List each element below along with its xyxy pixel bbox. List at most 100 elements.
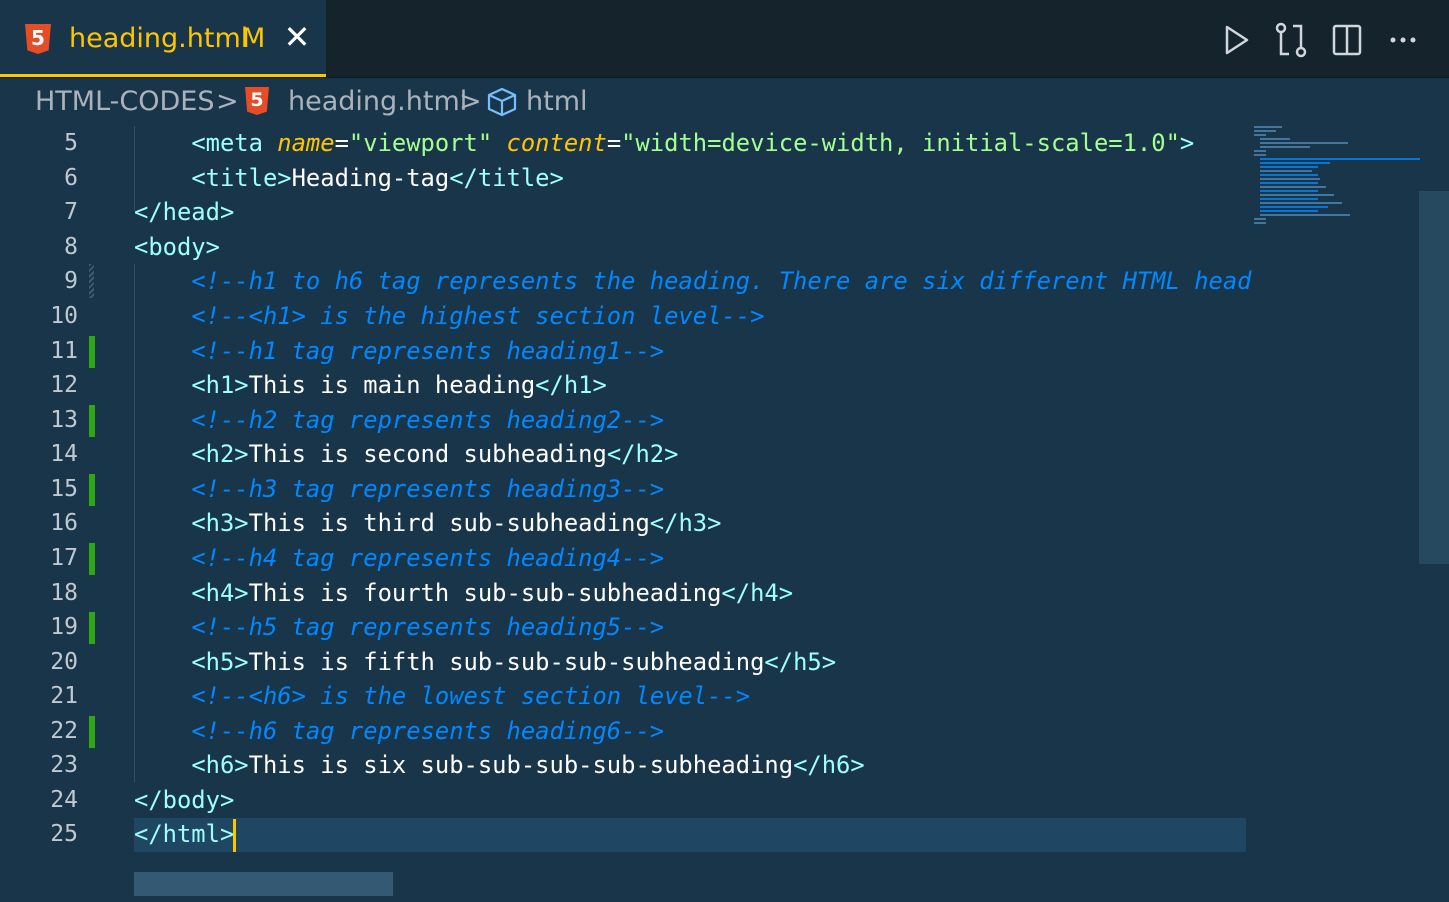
code-line[interactable]: <meta name="viewport" content="width=dev… xyxy=(134,129,1194,157)
breadcrumb-folder[interactable]: HTML-CODES xyxy=(35,86,215,117)
editor-tab-heading-html[interactable]: 5 heading.html M ✕ xyxy=(0,0,326,77)
code-line[interactable]: <!--h2 tag represents heading2--> xyxy=(134,406,664,434)
tag-bracket: </ xyxy=(134,820,163,848)
tag-bracket: > xyxy=(234,509,249,537)
tag-bracket: > xyxy=(234,751,249,779)
comment: <!--<h6> is the lowest section level--> xyxy=(191,682,751,710)
code-line[interactable]: <body> xyxy=(134,233,220,261)
code-line[interactable]: <h4>This is fourth sub-sub-subheading</h… xyxy=(134,579,793,607)
text-content: This is second subheading xyxy=(248,440,607,468)
tag-bracket: < xyxy=(191,164,206,192)
minimap-line xyxy=(1254,218,1266,220)
minimap-line xyxy=(1260,138,1290,140)
minimap-line xyxy=(1260,170,1312,172)
code-line[interactable]: <!--h5 tag represents heading5--> xyxy=(134,613,664,641)
tag-bracket: < xyxy=(191,648,206,676)
code-line[interactable]: <h6>This is six sub-sub-sub-sub-subheadi… xyxy=(134,751,864,779)
breadcrumb-file[interactable]: heading.html xyxy=(288,86,467,117)
code-line[interactable]: <!--h4 tag represents heading4--> xyxy=(134,544,664,572)
tag-bracket: </ xyxy=(606,440,636,468)
html5-file-icon: 5 xyxy=(25,24,51,54)
tag-bracket: </ xyxy=(134,786,163,814)
attribute-name: content xyxy=(506,129,607,157)
compare-changes-icon[interactable] xyxy=(1271,20,1311,60)
tag-bracket: </ xyxy=(764,648,794,676)
minimap-line xyxy=(1260,174,1318,176)
minimap-line xyxy=(1254,154,1266,156)
tag-bracket: < xyxy=(191,440,206,468)
git-modified-marker[interactable] xyxy=(89,264,94,298)
code-line[interactable]: <h1>This is main heading</h1> xyxy=(134,371,607,399)
minimap-line xyxy=(1254,126,1282,128)
minimap-line xyxy=(1260,162,1330,164)
tag-bracket: > xyxy=(219,786,235,814)
line-number: 6 xyxy=(64,165,78,191)
tag-name: h5 xyxy=(205,648,235,676)
tag-name: h5 xyxy=(793,648,822,676)
tag-bracket: </ xyxy=(535,371,564,399)
text-cursor xyxy=(233,819,236,852)
code-line[interactable]: </body> xyxy=(134,786,234,814)
comment: <!--h4 tag represents heading4--> xyxy=(191,544,665,572)
code-line[interactable]: <title>Heading-tag</title> xyxy=(134,164,564,192)
tag-bracket: < xyxy=(191,129,206,157)
code-line[interactable]: </html> xyxy=(134,820,234,848)
current-line-highlight xyxy=(134,818,1246,852)
git-added-marker[interactable] xyxy=(89,612,95,644)
git-added-marker[interactable] xyxy=(89,474,95,506)
close-tab-icon[interactable]: ✕ xyxy=(282,18,312,58)
git-added-marker[interactable] xyxy=(89,716,95,748)
code-line[interactable]: </head> xyxy=(134,198,234,226)
code-line[interactable]: <!--h1 tag represents heading1--> xyxy=(134,337,664,365)
git-added-marker[interactable] xyxy=(89,405,95,437)
minimap[interactable] xyxy=(1250,126,1420,236)
tag-bracket: > xyxy=(205,233,220,261)
split-editor-icon[interactable] xyxy=(1327,20,1367,60)
tag-bracket: > xyxy=(234,579,249,607)
horizontal-scrollbar[interactable] xyxy=(134,872,393,896)
line-number: 15 xyxy=(50,476,78,502)
tag-bracket: </ xyxy=(721,579,751,607)
tag-name: h2 xyxy=(635,440,665,468)
run-icon[interactable] xyxy=(1215,20,1255,60)
code-line[interactable]: <h2>This is second subheading</h2> xyxy=(134,440,678,468)
tag-name: html xyxy=(162,820,220,848)
minimap-line xyxy=(1260,206,1328,208)
minimap-line xyxy=(1254,130,1276,132)
code-line[interactable]: <h5>This is fifth sub-sub-sub-subheading… xyxy=(134,648,836,676)
equals-sign: = xyxy=(606,129,622,157)
tag-name: h3 xyxy=(678,509,708,537)
minimap-line xyxy=(1260,166,1318,168)
tag-bracket: < xyxy=(191,751,206,779)
comment: <!--<h1> is the highest section level--> xyxy=(191,302,765,330)
text-content: This is fourth sub-sub-subheading xyxy=(248,579,722,607)
tag-bracket: > xyxy=(707,509,722,537)
comment: <!--h5 tag represents heading5--> xyxy=(191,613,665,641)
code-line[interactable]: <!--<h1> is the highest section level--> xyxy=(134,302,764,330)
tab-bar: 5 heading.html M ✕ xyxy=(0,0,1449,78)
minimap-line xyxy=(1260,186,1326,188)
code-line[interactable]: <!--h1 to h6 tag represents the heading.… xyxy=(134,267,1251,295)
vertical-scrollbar[interactable] xyxy=(1419,191,1449,564)
minimap-line xyxy=(1260,202,1342,204)
git-added-marker[interactable] xyxy=(89,543,95,575)
comment: <!--h3 tag represents heading3--> xyxy=(191,475,665,503)
minimap-line xyxy=(1260,210,1318,212)
more-actions-icon[interactable] xyxy=(1383,20,1423,60)
tag-bracket: > xyxy=(234,648,249,676)
minimap-line xyxy=(1260,158,1420,160)
code-line[interactable]: <!--<h6> is the lowest section level--> xyxy=(134,682,750,710)
minimap-line xyxy=(1260,178,1320,180)
tag-bracket: < xyxy=(134,233,149,261)
code-line[interactable]: <!--h3 tag represents heading3--> xyxy=(134,475,664,503)
tag-name: h3 xyxy=(205,509,235,537)
breadcrumb-symbol[interactable]: html xyxy=(526,86,588,117)
symbol-cube-icon xyxy=(487,87,517,117)
code-line[interactable]: <h3>This is third sub-subheading</h3> xyxy=(134,509,721,537)
tag-name: h4 xyxy=(205,579,235,607)
code-line[interactable]: <!--h6 tag represents heading6--> xyxy=(134,717,664,745)
line-number: 19 xyxy=(50,614,78,640)
tag-bracket: > xyxy=(821,648,837,676)
git-added-marker[interactable] xyxy=(89,336,95,368)
text-content: This is six sub-sub-sub-sub-subheading xyxy=(248,751,794,779)
